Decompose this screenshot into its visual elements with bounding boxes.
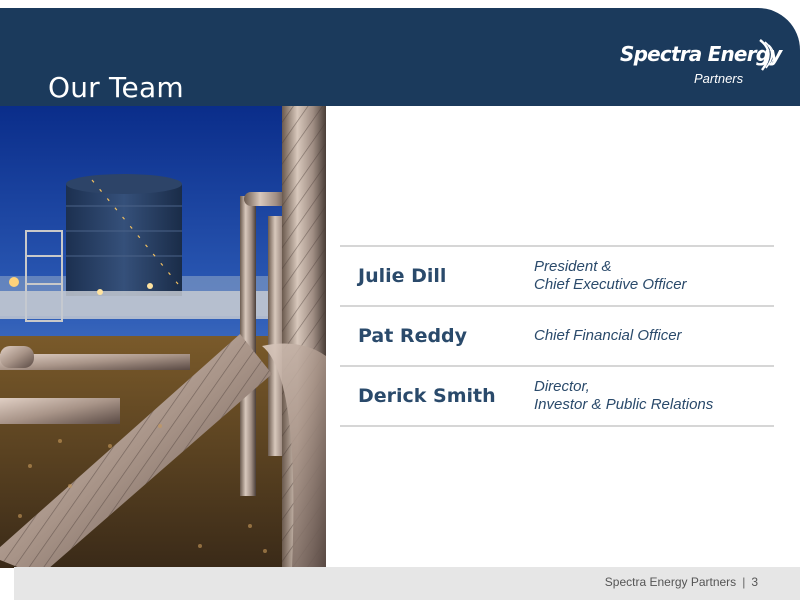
member-name: Julie Dill	[358, 265, 447, 287]
team-row: Pat Reddy Chief Financial Officer	[340, 307, 774, 367]
team-row: Julie Dill President & Chief Executive O…	[340, 247, 774, 307]
swoosh-logo-icon	[759, 39, 775, 71]
member-name: Derick Smith	[358, 385, 496, 407]
member-role: President & Chief Executive Officer	[534, 258, 687, 293]
footer-text: Spectra Energy Partners | 3	[605, 575, 758, 589]
member-role: Chief Financial Officer	[534, 327, 682, 344]
logo-sub-text: Partners	[694, 71, 744, 86]
company-logo: Spectra Energy Partners	[620, 39, 782, 90]
page-title: Our Team	[48, 71, 184, 104]
footer-separator: |	[742, 575, 746, 589]
slide-header: Our Team Spectra Energy Partners	[0, 8, 800, 106]
member-name: Pat Reddy	[358, 325, 468, 347]
industrial-pipeline-photo	[0, 106, 326, 568]
team-row: Derick Smith Director, Investor & Public…	[340, 367, 774, 427]
team-table: Julie Dill President & Chief Executive O…	[340, 245, 774, 427]
member-role: Director, Investor & Public Relations	[534, 378, 714, 413]
page-number: 3	[751, 575, 758, 589]
slide-footer: Spectra Energy Partners | 3	[14, 567, 800, 600]
footer-company: Spectra Energy Partners	[604, 575, 737, 589]
